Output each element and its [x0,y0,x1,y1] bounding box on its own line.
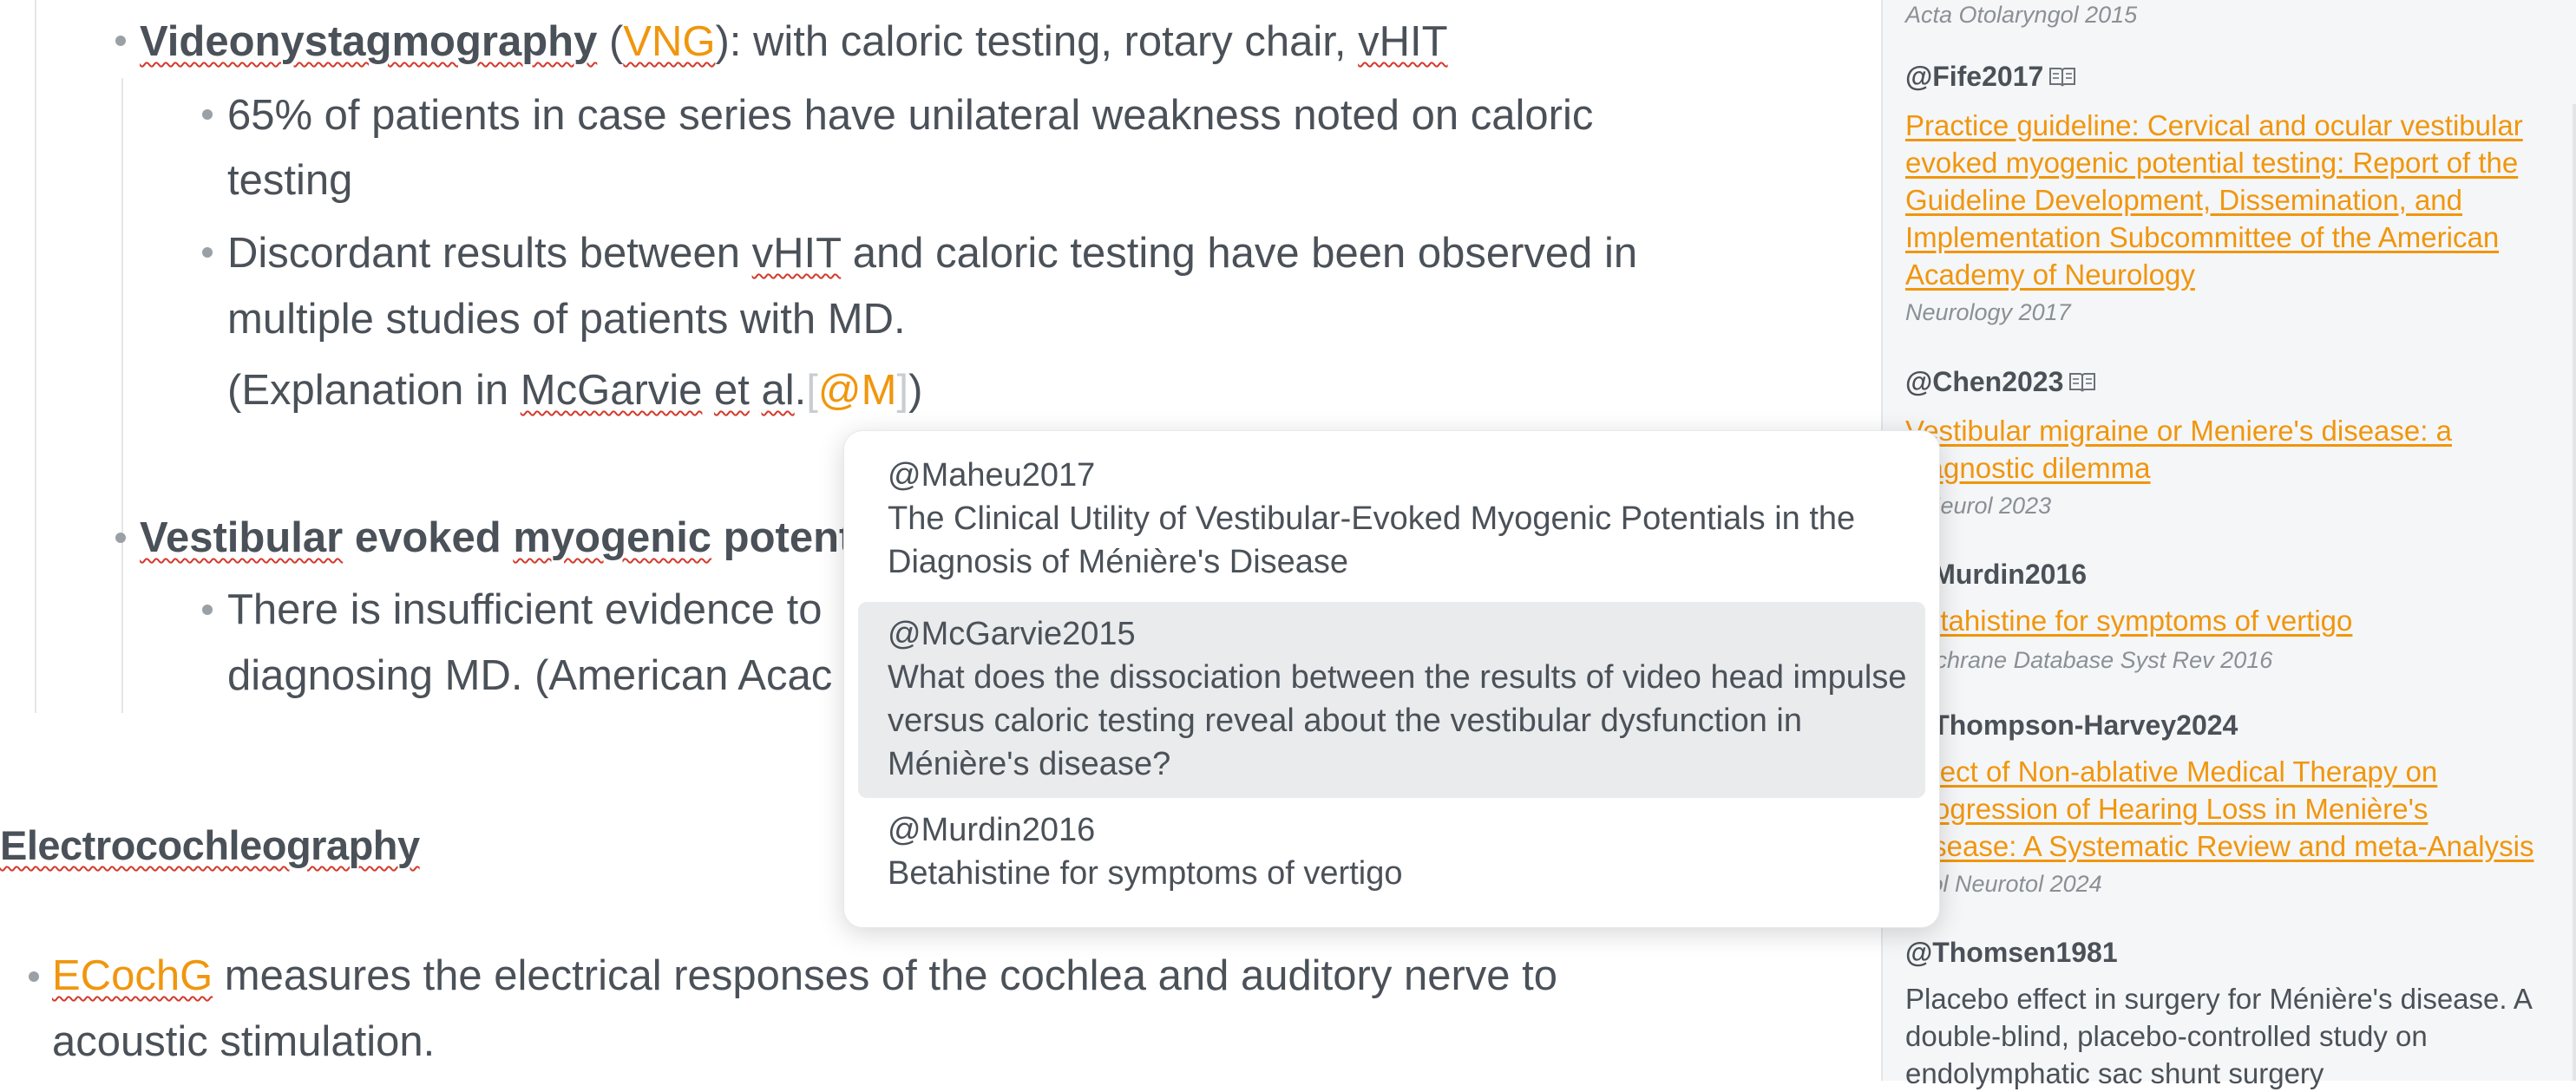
reference-journal: Acta Otolaryngol 2015 [1905,2,2138,28]
option-key: @Maheu2017 [888,457,1096,494]
citation-input[interactable]: @M [818,367,897,414]
reference-item[interactable]: @Fife2017 Practice guideline: Cervical a… [1905,57,2539,330]
autocomplete-option[interactable]: @Murdin2016 Betahistine for symptoms of … [858,808,1925,904]
reference-key: @Chen2023 [1905,366,2064,397]
option-key: @McGarvie2015 [888,616,1136,652]
ecochg-line-2: acoustic stimulation. [52,1018,436,1065]
reference-key: @Thompson-Harvey2024 [1905,709,2238,741]
reference-key: @Thomsen1981 [1905,937,2118,968]
ecochg-line-1: ECochG measures the electrical responses… [52,952,1558,999]
ecochg-abbr: ECochG [52,952,213,999]
autocomplete-option[interactable]: @Maheu2017 The Clinical Utility of Vesti… [858,454,1925,610]
bullet [115,36,126,46]
vemp-line: Vestibular evoked myogenic potenti [140,514,865,561]
reference-journal: Otol Neurotol 2024 [1905,871,2102,897]
citation-autocomplete-popup[interactable]: @Maheu2017 The Clinical Utility of Vesti… [843,430,1940,928]
vng-point-3-line: (Explanation in McGarvie et al.[@M]) [227,367,923,414]
reference-item[interactable]: @Chen2023 Vestibular migraine or Meniere… [1905,363,2539,523]
reference-key: @Murdin2016 [1905,559,2088,590]
indent-guide-outer [35,0,36,713]
option-key: @Murdin2016 [888,812,1096,848]
reference-link[interactable]: Practice guideline: Cervical and ocular … [1905,107,2539,293]
references-sidebar[interactable]: Acta Otolaryngol 2015 @Fife2017 Practice… [1881,0,2576,1089]
reference-journal: Neurology 2017 [1905,298,2071,325]
section-heading: Electrocochleography [0,822,420,868]
vng-point-1-line-2: testing [227,157,353,204]
vng-line: Videonystagmography (VNG): with caloric … [140,18,1448,65]
bullet [202,109,213,120]
book-icon [2068,365,2096,403]
reference-item[interactable]: @Murdin2016 Betahistine for symptoms of … [1905,555,2539,677]
vemp-point-line-2: diagnosing MD. (American Acac [227,652,833,699]
reference-link[interactable]: Vestibular migraine or Meniere's disease… [1905,412,2539,487]
reference-key: @Fife2017 [1905,61,2044,92]
vng-point-2-line-1: Discordant results between vHIT and calo… [227,230,1638,277]
vng-abbr: VNG [623,18,716,65]
reference-title[interactable]: Placebo effect in surgery for Ménière's … [1905,980,2539,1092]
reference-journal: J Neurol 2023 [1905,492,2052,519]
reference-link[interactable]: Effect of Non-ablative Medical Therapy o… [1905,753,2539,865]
bullet [202,247,213,258]
indent-guide-inner [121,78,123,713]
option-title: The Clinical Utility of Vestibular-Evoke… [888,500,1856,580]
autocomplete-option-selected[interactable]: @McGarvie2015 What does the dissociation… [858,602,1925,798]
bullet [29,971,39,982]
vng-point-1-line-1: 65% of patients in case series have unil… [227,92,1594,139]
reference-item[interactable]: @Thomsen1981 Placebo effect in surgery f… [1905,933,2539,1092]
bullet [115,533,126,543]
option-title: What does the dissociation between the r… [888,659,1907,782]
reference-link[interactable]: Betahistine for symptoms of vertigo [1905,602,2539,639]
vng-term: Videonystagmography [140,18,598,65]
reference-journal: Cochrane Database Syst Rev 2016 [1905,647,2273,673]
bullet [202,605,213,615]
scrollbar[interactable] [2573,104,2576,1081]
book-icon [2048,60,2076,98]
option-title: Betahistine for symptoms of vertigo [888,855,1403,892]
reference-item[interactable]: @Thompson-Harvey2024 Effect of Non-ablat… [1905,706,2539,901]
vng-point-2-line-2: multiple studies of patients with MD. [227,296,906,343]
vemp-point-line-1: There is insufficient evidence to [227,586,823,633]
